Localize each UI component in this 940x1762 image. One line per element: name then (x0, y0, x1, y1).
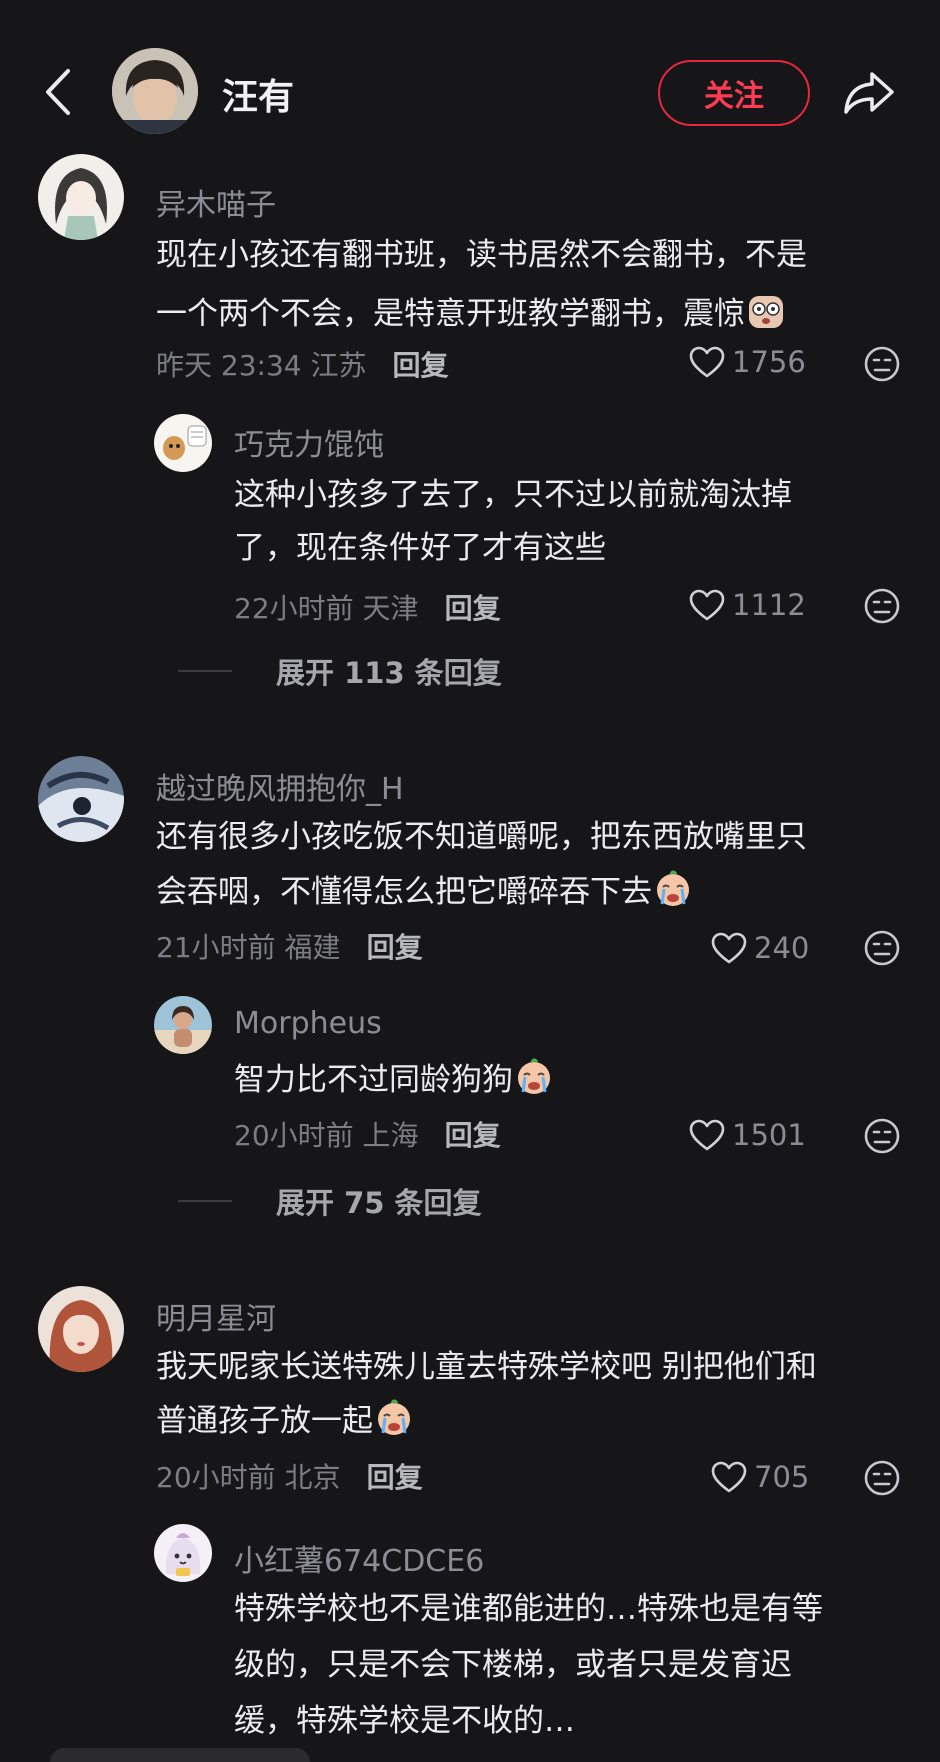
like-count: 705 (754, 1460, 810, 1494)
like-button[interactable]: 1501 (688, 1118, 806, 1152)
comment-location: 福建 (284, 931, 341, 964)
commenter-avatar[interactable] (38, 154, 124, 240)
reply-button[interactable]: 回复 (367, 926, 423, 966)
like-button[interactable]: 705 (710, 1460, 809, 1494)
divider (178, 1200, 232, 1202)
replier-name[interactable]: Morpheus (234, 1006, 382, 1041)
comment-text-line: 现在小孩还有翻书班，读书居然不会翻书，不是 (156, 237, 807, 273)
replier-avatar[interactable] (154, 1524, 212, 1582)
crying-emoji-icon (518, 1058, 550, 1094)
reply-meta: 22小时前 天津 回复 (234, 587, 501, 627)
comment-text-line: 还有很多小孩吃饭不知道嚼呢，把东西放嘴里只 (156, 819, 807, 855)
expand-replies-button[interactable]: 展开 113 条回复 (178, 650, 502, 692)
heart-icon (711, 1461, 747, 1493)
comment-location: 江苏 (310, 349, 367, 382)
reply-text-line: 级的，只是不会下楼梯，或者只是发育迟 (234, 1647, 792, 1683)
commenter-avatar[interactable] (38, 756, 124, 842)
expand-replies-label: 展开 113 条回复 (276, 656, 502, 690)
reply-text-line: 智力比不过同龄狗狗 (234, 1051, 553, 1110)
meh-face-icon (864, 346, 900, 382)
dislike-button[interactable] (862, 928, 902, 968)
reply-text-line: 缓，特殊学校是不收的… (234, 1703, 575, 1739)
expand-replies-label: 展开 75 条回复 (276, 1186, 482, 1220)
like-count: 1756 (732, 345, 806, 379)
meh-face-icon (864, 588, 900, 624)
comment-meta: 昨天 23:34 江苏 回复 (156, 344, 449, 384)
meh-face-icon (864, 1118, 900, 1154)
commenter-avatar[interactable] (38, 1286, 124, 1372)
reply-button[interactable]: 回复 (445, 587, 501, 627)
comment-text-line: 普通孩子放一起 (156, 1392, 413, 1451)
reply-text-line: 特殊学校也不是谁都能进的…特殊也是有等 (234, 1591, 823, 1627)
heart-icon (689, 346, 725, 378)
replier-avatar[interactable] (154, 414, 212, 472)
commenter-name[interactable]: 越过晚风拥抱你_H (156, 764, 404, 808)
reply-meta: 20小时前 上海 回复 (234, 1114, 501, 1154)
reply-time: 20小时前 (234, 1119, 354, 1152)
like-button[interactable]: 240 (710, 931, 809, 965)
comment-time: 20小时前 (156, 1461, 276, 1494)
reply-button[interactable]: 回复 (367, 1456, 423, 1496)
divider (178, 670, 232, 672)
like-button[interactable]: 1112 (688, 588, 806, 622)
expand-replies-button[interactable]: 展开 75 条回复 (178, 1180, 482, 1222)
comment-text-line: 我天呢家长送特殊儿童去特殊学校吧 别把他们和 (156, 1349, 817, 1385)
shocked-emoji-icon (749, 296, 783, 328)
reply-location: 天津 (362, 592, 419, 625)
bottom-input-bar[interactable] (50, 1748, 310, 1762)
share-arrow-icon (844, 72, 894, 114)
like-button[interactable]: 1756 (688, 345, 806, 379)
dislike-button[interactable] (862, 586, 902, 626)
back-button[interactable] (36, 62, 80, 122)
reply-time: 22小时前 (234, 592, 354, 625)
reply-button[interactable]: 回复 (393, 344, 449, 384)
like-count: 240 (754, 931, 810, 965)
reply-text-line: 这种小孩多了去了，只不过以前就淘汰掉 (234, 477, 792, 513)
crying-emoji-icon (657, 870, 689, 906)
author-name[interactable]: 汪有 (222, 68, 294, 120)
reply-location: 上海 (362, 1119, 419, 1152)
dislike-button[interactable] (862, 1116, 902, 1156)
heart-icon (689, 589, 725, 621)
crying-emoji-icon (378, 1399, 410, 1435)
replier-name[interactable]: 巧克力馄饨 (234, 420, 384, 464)
comment-time: 21小时前 (156, 931, 276, 964)
like-count: 1112 (732, 588, 806, 622)
like-count: 1501 (732, 1118, 806, 1152)
meh-face-icon (864, 930, 900, 966)
reply-button[interactable]: 回复 (445, 1114, 501, 1154)
heart-icon (711, 932, 747, 964)
follow-button[interactable]: 关注 (658, 60, 810, 126)
comment-text-line: 一个两个不会，是特意开班教学翻书，震惊 (156, 285, 785, 344)
share-button[interactable] (838, 64, 900, 120)
dislike-button[interactable] (862, 344, 902, 384)
author-avatar[interactable] (112, 48, 198, 134)
comment-time: 昨天 23:34 (156, 349, 302, 382)
commenter-name[interactable]: 明月星河 (156, 1294, 276, 1338)
comment-location: 北京 (284, 1461, 341, 1494)
comment-text-line: 会吞咽，不懂得怎么把它嚼碎吞下去 (156, 863, 692, 922)
replier-avatar[interactable] (154, 996, 212, 1054)
dislike-button[interactable] (862, 1458, 902, 1498)
heart-icon (689, 1119, 725, 1151)
chevron-left-icon (46, 69, 70, 115)
replier-name[interactable]: 小红薯674CDCE6 (234, 1536, 484, 1580)
reply-text-line: 了，现在条件好了才有这些 (234, 530, 606, 566)
meh-face-icon (864, 1460, 900, 1496)
commenter-name[interactable]: 异木喵子 (156, 180, 276, 224)
comment-meta: 21小时前 福建 回复 (156, 926, 423, 966)
comment-meta: 20小时前 北京 回复 (156, 1456, 423, 1496)
